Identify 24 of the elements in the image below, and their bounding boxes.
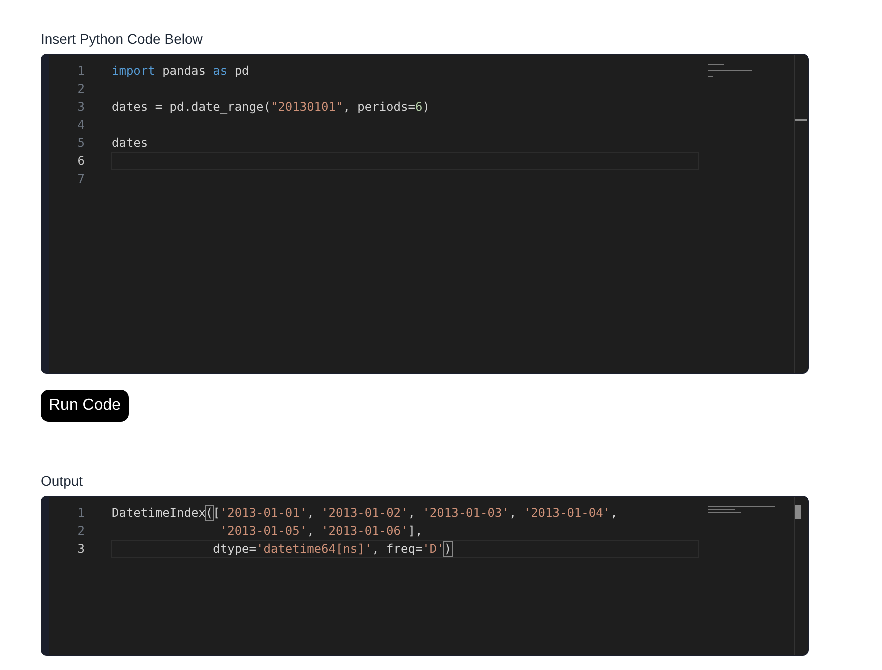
scroll-thumb[interactable]	[795, 119, 807, 121]
run-code-button[interactable]: Run Code	[41, 390, 130, 422]
line-number: 1	[76, 506, 85, 520]
code-editor[interactable]: 1 import pandas as pd 2 3 dates = pd.date_range("20130101", periods=6) 4 5 dates 6 7	[41, 54, 809, 374]
line-number: 1	[76, 64, 85, 78]
line-number: 2	[76, 524, 85, 538]
minimap-drawing	[708, 64, 752, 78]
section-label: Insert Python Code Below	[41, 30, 204, 48]
scroll-thumb[interactable]	[795, 505, 801, 519]
code-line: DatetimeIndex(['2013-01-01', '2013-01-02', '2013-01-03', '2013-01-04',	[111, 505, 619, 522]
code-editor[interactable]: 1 DatetimeIndex(['2013-01-01', '2013-01-02', '2013-01-03', '2013-01-04', 2 '2013-01-05', '2013-01-06'], 3 dtype='datetime64[ns]', freq='D')	[41, 496, 809, 656]
minimap-drawing	[708, 506, 775, 514]
line-number: 4	[76, 118, 85, 132]
line-number: 5	[76, 136, 85, 150]
line-number: 7	[76, 172, 85, 186]
code-line: '2013-01-05', '2013-01-06'],	[219, 523, 424, 540]
code-line: dates	[111, 135, 150, 152]
line-number: 3	[76, 100, 85, 114]
code-line: import pandas as pd	[111, 63, 250, 80]
line-number: 2	[76, 82, 85, 96]
section-label: Output	[41, 472, 84, 490]
line-number: 3	[76, 542, 85, 556]
line-number: 6	[76, 154, 85, 168]
code-line: dates = pd.date_range("20130101", periods=6)	[111, 99, 431, 116]
